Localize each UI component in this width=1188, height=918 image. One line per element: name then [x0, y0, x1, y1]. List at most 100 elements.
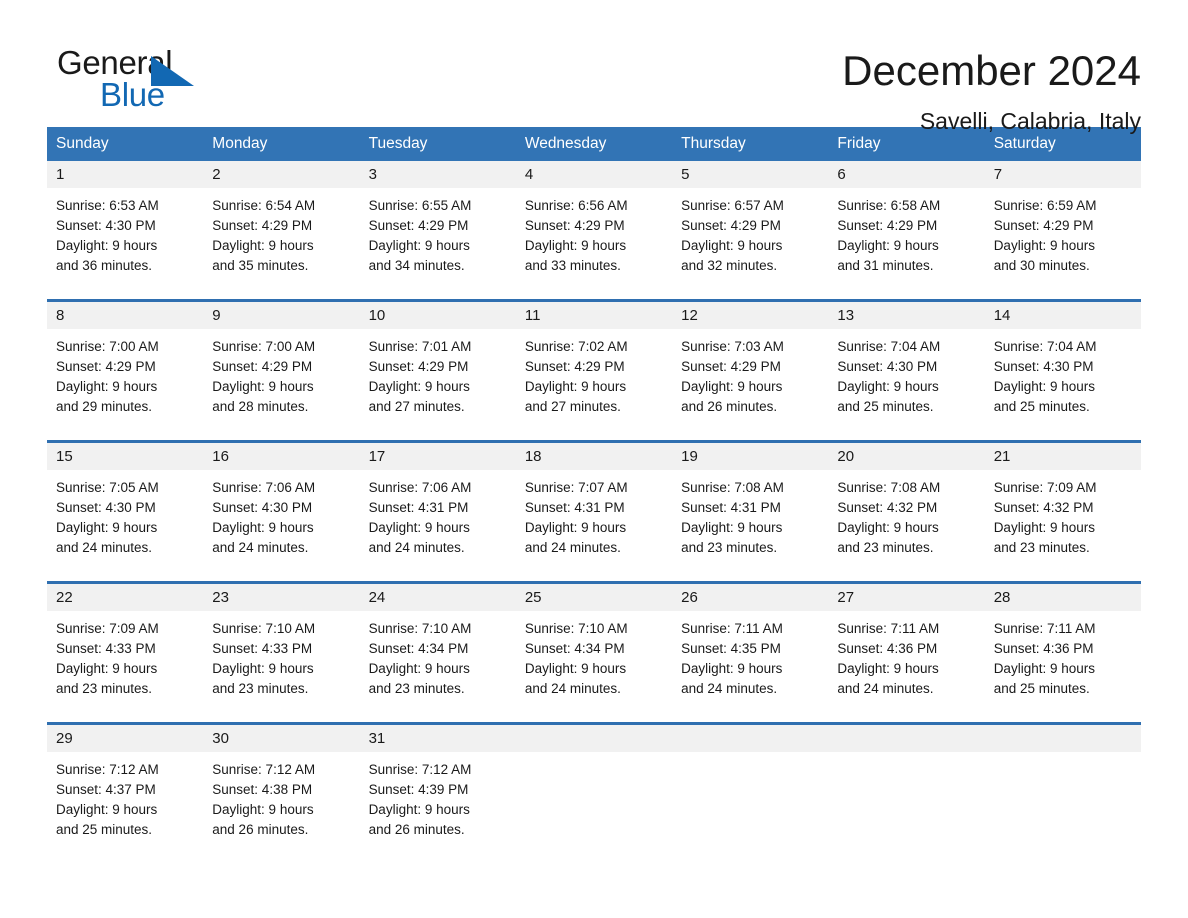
day-number: 23 [203, 584, 360, 611]
day-cell[interactable]: 22 Sunrise: 7:09 AM Sunset: 4:33 PM Dayl… [47, 584, 204, 711]
sunset-text: Sunset: 4:33 PM [56, 641, 156, 656]
day-cell[interactable]: 26 Sunrise: 7:11 AM Sunset: 4:35 PM Dayl… [672, 584, 829, 711]
sunrise-text: Sunrise: 7:01 AM [368, 339, 472, 354]
day-details [985, 752, 1141, 770]
day-number: 21 [984, 443, 1141, 470]
sunset-text: Sunset: 4:32 PM [837, 500, 938, 515]
day-number: 2 [203, 161, 360, 188]
page-title: December 2024 [842, 47, 1141, 94]
daylight-text-line1: Daylight: 9 hours [681, 661, 783, 676]
sunrise-text: Sunrise: 7:10 AM [212, 621, 316, 636]
day-cell[interactable]: 9 Sunrise: 7:00 AM Sunset: 4:29 PM Dayli… [203, 302, 360, 429]
day-cell[interactable]: 25 Sunrise: 7:10 AM Sunset: 4:34 PM Dayl… [515, 584, 673, 711]
daylight-text-line1: Daylight: 9 hours [368, 802, 470, 817]
day-cell[interactable]: 7 Sunrise: 6:59 AM Sunset: 4:29 PM Dayli… [984, 161, 1141, 288]
sunrise-text: Sunrise: 7:12 AM [368, 762, 472, 777]
day-cell[interactable]: 11 Sunrise: 7:02 AM Sunset: 4:29 PM Dayl… [515, 302, 673, 429]
day-number: 5 [672, 161, 829, 188]
page-header: General Blue December 2024 Savelli, Cala… [47, 0, 1141, 134]
daylight-text-line1: Daylight: 9 hours [56, 520, 158, 535]
sunrise-text: Sunrise: 7:10 AM [524, 621, 628, 636]
day-number: 8 [47, 302, 204, 329]
day-cell[interactable]: 18 Sunrise: 7:07 AM Sunset: 4:31 PM Dayl… [515, 443, 673, 570]
daylight-text-line2: and 24 minutes. [524, 681, 621, 696]
sunset-text: Sunset: 4:37 PM [56, 782, 156, 797]
dow-header-wednesday: Wednesday [524, 135, 607, 152]
day-details: Sunrise: 6:53 AM Sunset: 4:30 PM Dayligh… [47, 188, 203, 288]
daylight-text-line1: Daylight: 9 hours [837, 238, 939, 253]
day-number: 9 [203, 302, 360, 329]
sunrise-text: Sunrise: 7:06 AM [368, 480, 472, 495]
sunset-text: Sunset: 4:30 PM [993, 359, 1094, 374]
daylight-text-line1: Daylight: 9 hours [212, 802, 314, 817]
daylight-text-line1: Daylight: 9 hours [681, 520, 783, 535]
sunrise-text: Sunrise: 7:09 AM [56, 621, 159, 636]
day-details: Sunrise: 7:11 AM Sunset: 4:36 PM Dayligh… [985, 611, 1141, 711]
day-cell[interactable]: 16 Sunrise: 7:06 AM Sunset: 4:30 PM Dayl… [203, 443, 360, 570]
day-number: 4 [515, 161, 673, 188]
sunset-text: Sunset: 4:39 PM [368, 782, 469, 797]
week-row: 1 Sunrise: 6:53 AM Sunset: 4:30 PM Dayli… [47, 161, 1141, 288]
daylight-text-line2: and 27 minutes. [524, 399, 621, 414]
day-details: Sunrise: 7:00 AM Sunset: 4:29 PM Dayligh… [47, 329, 203, 429]
day-details: Sunrise: 6:55 AM Sunset: 4:29 PM Dayligh… [360, 188, 516, 288]
day-cell-empty [984, 725, 1141, 850]
daylight-text-line2: and 25 minutes. [837, 399, 934, 414]
logo-text-blue: Blue [100, 76, 165, 113]
day-cell[interactable]: 27 Sunrise: 7:11 AM Sunset: 4:36 PM Dayl… [828, 584, 985, 711]
sunset-text: Sunset: 4:31 PM [368, 500, 469, 515]
sunset-text: Sunset: 4:36 PM [993, 641, 1094, 656]
sunrise-text: Sunrise: 7:11 AM [993, 621, 1096, 636]
sunrise-text: Sunrise: 6:55 AM [368, 198, 472, 213]
daylight-text-line2: and 24 minutes. [56, 540, 153, 555]
day-details: Sunrise: 7:07 AM Sunset: 4:31 PM Dayligh… [516, 470, 672, 570]
day-cell[interactable]: 3 Sunrise: 6:55 AM Sunset: 4:29 PM Dayli… [359, 161, 516, 288]
day-details: Sunrise: 7:00 AM Sunset: 4:29 PM Dayligh… [203, 329, 359, 429]
day-cell[interactable]: 10 Sunrise: 7:01 AM Sunset: 4:29 PM Dayl… [359, 302, 516, 429]
day-cell[interactable]: 29 Sunrise: 7:12 AM Sunset: 4:37 PM Dayl… [47, 725, 204, 850]
day-cell[interactable]: 28 Sunrise: 7:11 AM Sunset: 4:36 PM Dayl… [984, 584, 1141, 711]
dow-header-friday: Friday [837, 135, 881, 152]
day-details: Sunrise: 7:12 AM Sunset: 4:38 PM Dayligh… [203, 752, 359, 850]
day-cell[interactable]: 15 Sunrise: 7:05 AM Sunset: 4:30 PM Dayl… [47, 443, 204, 570]
sunrise-text: Sunrise: 7:11 AM [681, 621, 783, 636]
day-number: 17 [359, 443, 516, 470]
daylight-text-line2: and 24 minutes. [524, 540, 621, 555]
title-block: December 2024 Savelli, Calabria, Italy [842, 44, 1141, 136]
sunrise-text: Sunrise: 6:54 AM [212, 198, 316, 213]
day-cell[interactable]: 14 Sunrise: 7:04 AM Sunset: 4:30 PM Dayl… [984, 302, 1141, 429]
day-cell[interactable]: 21 Sunrise: 7:09 AM Sunset: 4:32 PM Dayl… [984, 443, 1141, 570]
day-details: Sunrise: 7:08 AM Sunset: 4:31 PM Dayligh… [672, 470, 828, 570]
day-cell[interactable]: 30 Sunrise: 7:12 AM Sunset: 4:38 PM Dayl… [203, 725, 360, 850]
day-cell[interactable]: 23 Sunrise: 7:10 AM Sunset: 4:33 PM Dayl… [203, 584, 360, 711]
day-cell[interactable]: 4 Sunrise: 6:56 AM Sunset: 4:29 PM Dayli… [515, 161, 673, 288]
day-cell[interactable]: 5 Sunrise: 6:57 AM Sunset: 4:29 PM Dayli… [672, 161, 829, 288]
day-details: Sunrise: 7:06 AM Sunset: 4:30 PM Dayligh… [203, 470, 359, 570]
sunset-text: Sunset: 4:29 PM [993, 218, 1094, 233]
day-cell[interactable]: 19 Sunrise: 7:08 AM Sunset: 4:31 PM Dayl… [672, 443, 829, 570]
day-number: 3 [359, 161, 516, 188]
daylight-text-line2: and 29 minutes. [56, 399, 153, 414]
daylight-text-line1: Daylight: 9 hours [212, 238, 314, 253]
week-row: 29 Sunrise: 7:12 AM Sunset: 4:37 PM Dayl… [47, 722, 1141, 850]
day-cell[interactable]: 13 Sunrise: 7:04 AM Sunset: 4:30 PM Dayl… [828, 302, 985, 429]
day-cell[interactable]: 8 Sunrise: 7:00 AM Sunset: 4:29 PM Dayli… [47, 302, 204, 429]
sunset-text: Sunset: 4:29 PM [524, 218, 625, 233]
sunrise-text: Sunrise: 7:05 AM [56, 480, 159, 495]
day-cell[interactable]: 1 Sunrise: 6:53 AM Sunset: 4:30 PM Dayli… [47, 161, 204, 288]
sunset-text: Sunset: 4:30 PM [837, 359, 938, 374]
day-details: Sunrise: 7:02 AM Sunset: 4:29 PM Dayligh… [516, 329, 672, 429]
day-cell[interactable]: 2 Sunrise: 6:54 AM Sunset: 4:29 PM Dayli… [203, 161, 360, 288]
sunset-text: Sunset: 4:36 PM [837, 641, 938, 656]
day-cell[interactable]: 17 Sunrise: 7:06 AM Sunset: 4:31 PM Dayl… [359, 443, 516, 570]
sunrise-text: Sunrise: 7:04 AM [837, 339, 941, 354]
daylight-text-line2: and 23 minutes. [56, 681, 153, 696]
sunset-text: Sunset: 4:38 PM [212, 782, 313, 797]
day-cell[interactable]: 20 Sunrise: 7:08 AM Sunset: 4:32 PM Dayl… [828, 443, 985, 570]
day-cell[interactable]: 31 Sunrise: 7:12 AM Sunset: 4:39 PM Dayl… [359, 725, 516, 850]
day-cell[interactable]: 12 Sunrise: 7:03 AM Sunset: 4:29 PM Dayl… [672, 302, 829, 429]
daylight-text-line2: and 33 minutes. [524, 258, 621, 273]
day-cell[interactable]: 24 Sunrise: 7:10 AM Sunset: 4:34 PM Dayl… [359, 584, 516, 711]
day-cell[interactable]: 6 Sunrise: 6:58 AM Sunset: 4:29 PM Dayli… [828, 161, 985, 288]
daylight-text-line1: Daylight: 9 hours [368, 379, 470, 394]
